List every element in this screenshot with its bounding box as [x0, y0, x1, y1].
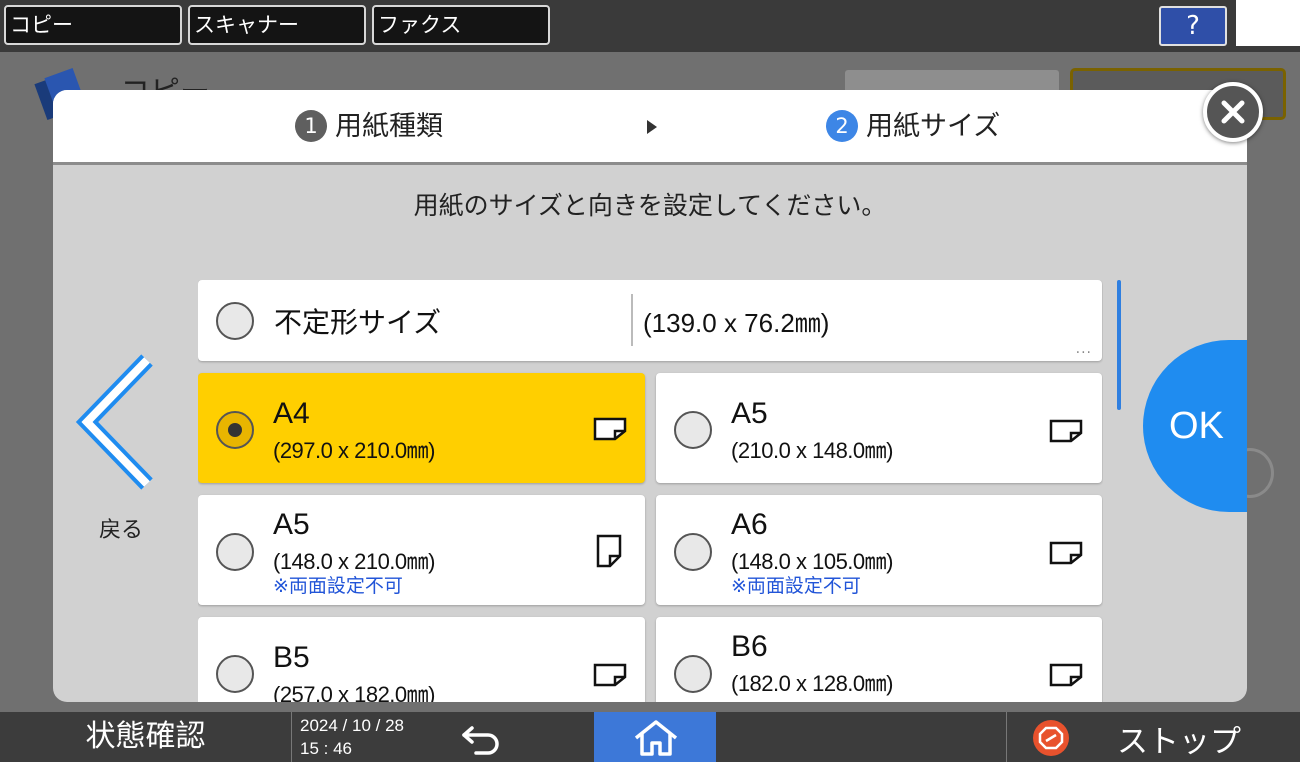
step-paper-size[interactable]: 2 用紙サイズ — [826, 110, 1000, 144]
chevron-left-icon — [75, 354, 153, 490]
size-option-a5-landscape[interactable]: A5 (210.0 x 148.0㎜) — [656, 373, 1102, 483]
size-dimensions: (182.0 x 128.0㎜) — [731, 671, 894, 696]
size-option-a4[interactable]: A4 (297.0 x 210.0㎜) — [198, 373, 645, 483]
bottom-bar: 状態確認 2024 / 10 / 28 15 : 46 ストップ — [0, 712, 1300, 762]
back-label: 戻る — [99, 518, 144, 543]
landscape-orientation-icon — [1049, 541, 1083, 565]
landscape-orientation-icon — [1049, 419, 1083, 443]
radio-button[interactable] — [216, 533, 254, 571]
ok-button[interactable]: OK — [1143, 340, 1247, 512]
home-button[interactable] — [594, 712, 716, 762]
close-icon — [1221, 100, 1245, 124]
stop-icon — [1033, 720, 1069, 756]
close-button[interactable] — [1203, 82, 1263, 142]
duplex-warning: ※両面設定不可 — [731, 575, 861, 597]
paper-size-list: 不定形サイズ (139.0 x 76.2㎜) ... A4 (297.0 x 2… — [198, 280, 1103, 702]
size-name: A4 — [273, 397, 310, 430]
radio-button[interactable] — [216, 411, 254, 449]
size-name: B6 — [731, 630, 768, 663]
step-number: 1 — [295, 110, 327, 142]
screen: コピー スキャナー ファクス ? コピー 1 用紙種類 2 用紙サイズ — [0, 0, 1300, 762]
date-display: 2024 / 10 / 28 — [300, 716, 404, 735]
radio-button[interactable] — [216, 302, 254, 340]
step-number: 2 — [826, 110, 858, 142]
size-name: B5 — [273, 641, 310, 674]
moon-icon — [1258, 9, 1276, 38]
custom-size-option[interactable]: 不定形サイズ (139.0 x 76.2㎜) ... — [198, 280, 1102, 361]
step-label: 用紙サイズ — [866, 111, 1001, 142]
duplex-warning: ※両面設定不可 — [273, 575, 403, 597]
status-check-button[interactable]: 状態確認 — [0, 712, 292, 762]
size-option-a5-portrait[interactable]: A5 (148.0 x 210.0㎜) ※両面設定不可 — [198, 495, 645, 605]
top-bar: コピー スキャナー ファクス ? — [0, 0, 1300, 52]
step-header: 1 用紙種類 2 用紙サイズ — [53, 90, 1247, 165]
portrait-orientation-icon — [596, 534, 622, 568]
clock: 2024 / 10 / 28 15 : 46 — [300, 714, 404, 760]
radio-button[interactable] — [674, 533, 712, 571]
help-button[interactable]: ? — [1159, 6, 1227, 46]
scrollbar[interactable] — [1117, 280, 1121, 410]
radio-selected-dot — [228, 423, 242, 437]
size-name: A5 — [731, 397, 768, 430]
size-dimensions: (210.0 x 148.0㎜) — [731, 438, 894, 463]
divider — [631, 294, 633, 346]
custom-size-label: 不定形サイズ — [274, 306, 442, 339]
stop-button[interactable]: ストップ — [1006, 712, 1300, 762]
landscape-orientation-icon — [593, 663, 627, 687]
size-dimensions: (297.0 x 210.0㎜) — [273, 438, 436, 463]
size-name: A6 — [731, 508, 768, 541]
undo-arrow-icon — [462, 726, 499, 755]
night-mode-button[interactable] — [1236, 0, 1300, 46]
back-button[interactable] — [456, 720, 508, 756]
size-dimensions: (257.0 x 182.0㎜) — [273, 682, 436, 702]
landscape-orientation-icon — [1049, 663, 1083, 687]
size-option-b6[interactable]: B6 (182.0 x 128.0㎜) — [656, 617, 1102, 702]
time-display: 15 : 46 — [300, 739, 352, 758]
stop-label: ストップ — [1117, 724, 1241, 760]
custom-size-value: (139.0 x 76.2㎜) — [643, 308, 830, 338]
tab-fax[interactable]: ファクス — [372, 5, 550, 45]
more-icon: ... — [1075, 341, 1092, 357]
size-name: A5 — [273, 508, 310, 541]
radio-button[interactable] — [674, 655, 712, 693]
radio-button[interactable] — [674, 411, 712, 449]
tab-copy[interactable]: コピー — [4, 5, 182, 45]
tab-scanner[interactable]: スキャナー — [188, 5, 366, 45]
instruction-text: 用紙のサイズと向きを設定してください。 — [413, 191, 887, 220]
home-icon — [634, 720, 678, 756]
step-paper-type[interactable]: 1 用紙種類 — [295, 110, 443, 144]
step-arrow-icon — [647, 120, 657, 134]
size-option-a6[interactable]: A6 (148.0 x 105.0㎜) ※両面設定不可 — [656, 495, 1102, 605]
size-option-b5[interactable]: B5 (257.0 x 182.0㎜) — [198, 617, 645, 702]
radio-button[interactable] — [216, 655, 254, 693]
paper-size-dialog: 1 用紙種類 2 用紙サイズ 用紙のサイズと向きを設定してください。 戻る 不定形サ… — [53, 90, 1247, 702]
step-label: 用紙種類 — [335, 111, 443, 142]
landscape-orientation-icon — [593, 417, 627, 441]
